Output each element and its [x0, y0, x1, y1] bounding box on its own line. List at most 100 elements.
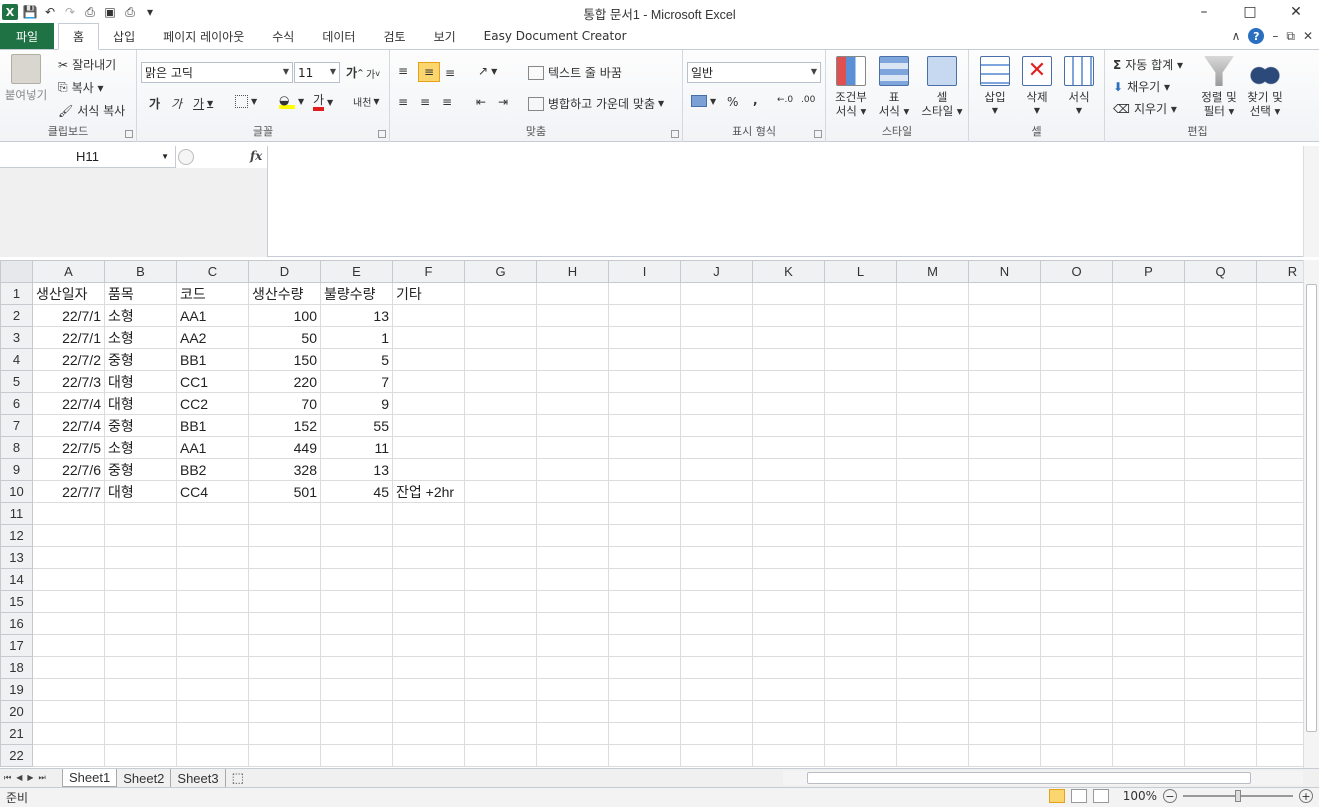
- cell-d7[interactable]: 152: [248, 414, 321, 437]
- cell-h22[interactable]: [536, 744, 609, 767]
- zoom-out-button[interactable]: −: [1163, 789, 1177, 803]
- row-header[interactable]: 9: [0, 458, 33, 481]
- cell-n9[interactable]: [968, 458, 1041, 481]
- cell-l6[interactable]: [824, 392, 897, 415]
- cell-c21[interactable]: [176, 722, 249, 745]
- cell-p19[interactable]: [1112, 678, 1185, 701]
- vertical-scroll-thumb[interactable]: [1306, 284, 1317, 732]
- cell-j11[interactable]: [680, 502, 753, 525]
- cell-o17[interactable]: [1040, 634, 1113, 657]
- row-header[interactable]: 13: [0, 546, 33, 569]
- tab-formulas[interactable]: 수식: [258, 23, 308, 49]
- cell-k13[interactable]: [752, 546, 825, 569]
- cell-i6[interactable]: [608, 392, 681, 415]
- cell-a9[interactable]: 22/7/6: [32, 458, 105, 481]
- align-bottom-button[interactable]: ≡: [445, 66, 455, 80]
- cell-q12[interactable]: [1184, 524, 1257, 547]
- cell-a7[interactable]: 22/7/4: [32, 414, 105, 437]
- cell-e15[interactable]: [320, 590, 393, 613]
- cell-k10[interactable]: [752, 480, 825, 503]
- cell-i9[interactable]: [608, 458, 681, 481]
- cell-m16[interactable]: [896, 612, 969, 635]
- cell-k22[interactable]: [752, 744, 825, 767]
- cell-l1[interactable]: [824, 282, 897, 305]
- font-color-button[interactable]: 가 ▼: [313, 93, 333, 111]
- cell-c2[interactable]: AA1: [176, 304, 249, 327]
- cell-h1[interactable]: [536, 282, 609, 305]
- cell-b9[interactable]: 중형: [104, 458, 177, 481]
- row-header[interactable]: 1: [0, 282, 33, 305]
- cell-i3[interactable]: [608, 326, 681, 349]
- border-button[interactable]: ▼: [235, 95, 257, 108]
- cell-a12[interactable]: [32, 524, 105, 547]
- cell-l2[interactable]: [824, 304, 897, 327]
- cell-e13[interactable]: [320, 546, 393, 569]
- cell-q19[interactable]: [1184, 678, 1257, 701]
- cell-q10[interactable]: [1184, 480, 1257, 503]
- cell-c20[interactable]: [176, 700, 249, 723]
- horizontal-scroll-thumb[interactable]: [807, 772, 1251, 784]
- clear-button[interactable]: ⌫ 지우기 ▾: [1113, 100, 1177, 117]
- sheet-tab-sheet3[interactable]: Sheet3: [171, 769, 226, 787]
- cell-f22[interactable]: [392, 744, 465, 767]
- cell-g5[interactable]: [464, 370, 537, 393]
- formula-input[interactable]: [269, 146, 1303, 257]
- row-header[interactable]: 17: [0, 634, 33, 657]
- cell-g21[interactable]: [464, 722, 537, 745]
- print-icon[interactable]: ⎙: [122, 4, 138, 20]
- zoom-slider[interactable]: [1183, 790, 1293, 802]
- cell-m6[interactable]: [896, 392, 969, 415]
- cell-a10[interactable]: 22/7/7: [32, 480, 105, 503]
- cell-i22[interactable]: [608, 744, 681, 767]
- cell-o7[interactable]: [1040, 414, 1113, 437]
- cell-c18[interactable]: [176, 656, 249, 679]
- zoom-slider-knob[interactable]: [1235, 790, 1241, 802]
- sheet-tab-sheet1[interactable]: Sheet1: [62, 769, 118, 787]
- cell-q1[interactable]: [1184, 282, 1257, 305]
- cell-i13[interactable]: [608, 546, 681, 569]
- prev-sheet-icon[interactable]: ◀: [16, 773, 22, 783]
- cell-l11[interactable]: [824, 502, 897, 525]
- cell-j19[interactable]: [680, 678, 753, 701]
- cell-b21[interactable]: [104, 722, 177, 745]
- cell-q3[interactable]: [1184, 326, 1257, 349]
- cell-k21[interactable]: [752, 722, 825, 745]
- cell-o6[interactable]: [1040, 392, 1113, 415]
- cell-m22[interactable]: [896, 744, 969, 767]
- cell-a11[interactable]: [32, 502, 105, 525]
- cell-h12[interactable]: [536, 524, 609, 547]
- cell-q2[interactable]: [1184, 304, 1257, 327]
- column-header-l[interactable]: L: [824, 260, 897, 283]
- cell-p14[interactable]: [1112, 568, 1185, 591]
- cell-n19[interactable]: [968, 678, 1041, 701]
- cell-l4[interactable]: [824, 348, 897, 371]
- cell-a2[interactable]: 22/7/1: [32, 304, 105, 327]
- cell-b5[interactable]: 대형: [104, 370, 177, 393]
- minimize-ribbon-icon[interactable]: ∧: [1232, 29, 1241, 43]
- cell-m7[interactable]: [896, 414, 969, 437]
- row-header[interactable]: 15: [0, 590, 33, 613]
- print-preview-icon[interactable]: ⎙: [82, 4, 98, 20]
- cell-k17[interactable]: [752, 634, 825, 657]
- cell-n14[interactable]: [968, 568, 1041, 591]
- align-top-button[interactable]: ≡: [398, 64, 408, 78]
- tab-data[interactable]: 데이터: [308, 23, 369, 49]
- cell-i14[interactable]: [608, 568, 681, 591]
- cell-p15[interactable]: [1112, 590, 1185, 613]
- cell-p10[interactable]: [1112, 480, 1185, 503]
- cell-p16[interactable]: [1112, 612, 1185, 635]
- cell-a13[interactable]: [32, 546, 105, 569]
- wrap-text-button[interactable]: 텍스트 줄 바꿈: [528, 64, 622, 81]
- tab-page-layout[interactable]: 페이지 레이아웃: [149, 23, 258, 49]
- cell-e1[interactable]: 불량수량: [320, 282, 393, 305]
- align-middle-button[interactable]: ≡: [418, 62, 440, 82]
- number-format-select[interactable]: 일반 ▼: [687, 62, 821, 83]
- zoom-in-button[interactable]: +: [1299, 789, 1313, 803]
- cell-a5[interactable]: 22/7/3: [32, 370, 105, 393]
- cell-r7[interactable]: [1256, 414, 1303, 437]
- cell-a16[interactable]: [32, 612, 105, 635]
- cell-k2[interactable]: [752, 304, 825, 327]
- cell-f10[interactable]: 잔업 +2hr: [392, 480, 465, 503]
- cell-i20[interactable]: [608, 700, 681, 723]
- cell-h18[interactable]: [536, 656, 609, 679]
